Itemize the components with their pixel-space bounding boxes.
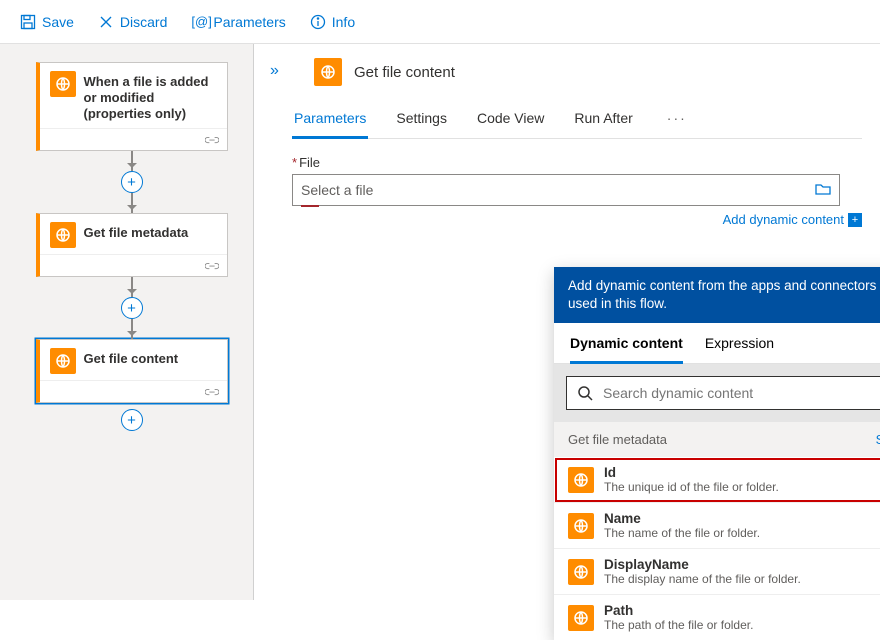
flow-step-title: Get file metadata <box>84 222 189 241</box>
sharepoint-icon <box>50 71 76 97</box>
dc-item-displayname[interactable]: DisplayNameThe display name of the file … <box>554 549 880 595</box>
discard-button[interactable]: Discard <box>88 8 177 36</box>
flow-step-content[interactable]: Get file content <box>36 339 228 403</box>
dc-tab-expression[interactable]: Expression <box>705 335 774 363</box>
add-step-button[interactable]: + <box>121 297 143 319</box>
file-field-label: *File <box>292 155 862 170</box>
tab-parameters[interactable]: Parameters <box>292 106 368 139</box>
dynamic-content-popup: Add dynamic content from the apps and co… <box>554 267 880 640</box>
file-placeholder: Select a file <box>301 182 373 198</box>
sharepoint-icon <box>568 605 594 631</box>
flow-step-title: When a file is added or modified (proper… <box>84 71 217 122</box>
parameters-icon: [@] <box>191 14 207 30</box>
sharepoint-icon <box>50 222 76 248</box>
error-indicator <box>301 205 319 207</box>
close-icon <box>98 14 114 30</box>
parameters-button[interactable]: [@] Parameters <box>181 8 295 36</box>
toolbar: Save Discard [@] Parameters Info <box>0 0 880 44</box>
flow-step-title: Get file content <box>84 348 179 367</box>
link-icon <box>205 261 219 271</box>
add-step-button[interactable]: + <box>121 171 143 193</box>
discard-label: Discard <box>120 14 167 30</box>
parameters-label: Parameters <box>213 14 285 30</box>
save-icon <box>20 14 36 30</box>
sharepoint-icon <box>314 58 342 86</box>
sharepoint-icon <box>568 467 594 493</box>
dc-item-name[interactable]: NameThe name of the file or folder. <box>554 503 880 549</box>
flow-step-trigger[interactable]: When a file is added or modified (proper… <box>36 62 228 151</box>
collapse-button[interactable]: » <box>270 62 275 80</box>
flow-canvas: When a file is added or modified (proper… <box>0 44 254 600</box>
dc-tab-dynamic[interactable]: Dynamic content <box>570 335 683 364</box>
plus-icon: + <box>848 213 862 227</box>
dc-search-input[interactable] <box>603 385 880 401</box>
tab-runafter[interactable]: Run After <box>572 106 634 138</box>
info-label: Info <box>332 14 355 30</box>
dc-banner-text: Add dynamic content from the apps and co… <box>568 277 880 313</box>
tab-more[interactable]: ··· <box>661 106 693 138</box>
link-icon <box>205 135 219 145</box>
tab-codeview[interactable]: Code View <box>475 106 546 138</box>
dc-list[interactable]: Get file metadata See more IdThe unique … <box>554 422 880 640</box>
add-dynamic-content-link[interactable]: Add dynamic content + <box>723 212 862 227</box>
file-input[interactable]: Select a file <box>292 174 840 206</box>
add-step-button[interactable]: + <box>121 409 143 431</box>
info-icon <box>310 14 326 30</box>
folder-picker-button[interactable] <box>815 182 831 199</box>
dc-see-more[interactable]: See more <box>876 432 880 447</box>
dc-banner: Add dynamic content from the apps and co… <box>554 267 880 323</box>
panel-tabs: Parameters Settings Code View Run After … <box>292 106 862 139</box>
save-label: Save <box>42 14 74 30</box>
dc-item-id[interactable]: IdThe unique id of the file or folder. <box>554 457 880 503</box>
detail-panel: » Get file content Parameters Settings C… <box>254 44 880 600</box>
info-button[interactable]: Info <box>300 8 365 36</box>
dc-section-header: Get file metadata See more <box>554 422 880 457</box>
sharepoint-icon <box>568 513 594 539</box>
dc-search[interactable] <box>566 376 880 410</box>
dc-item-path[interactable]: PathThe path of the file or folder. <box>554 595 880 640</box>
search-icon <box>577 385 593 401</box>
tab-settings[interactable]: Settings <box>394 106 449 138</box>
link-icon <box>205 387 219 397</box>
flow-step-metadata[interactable]: Get file metadata <box>36 213 228 277</box>
sharepoint-icon <box>50 348 76 374</box>
sharepoint-icon <box>568 559 594 585</box>
panel-title: Get file content <box>354 64 455 81</box>
save-button[interactable]: Save <box>10 8 84 36</box>
